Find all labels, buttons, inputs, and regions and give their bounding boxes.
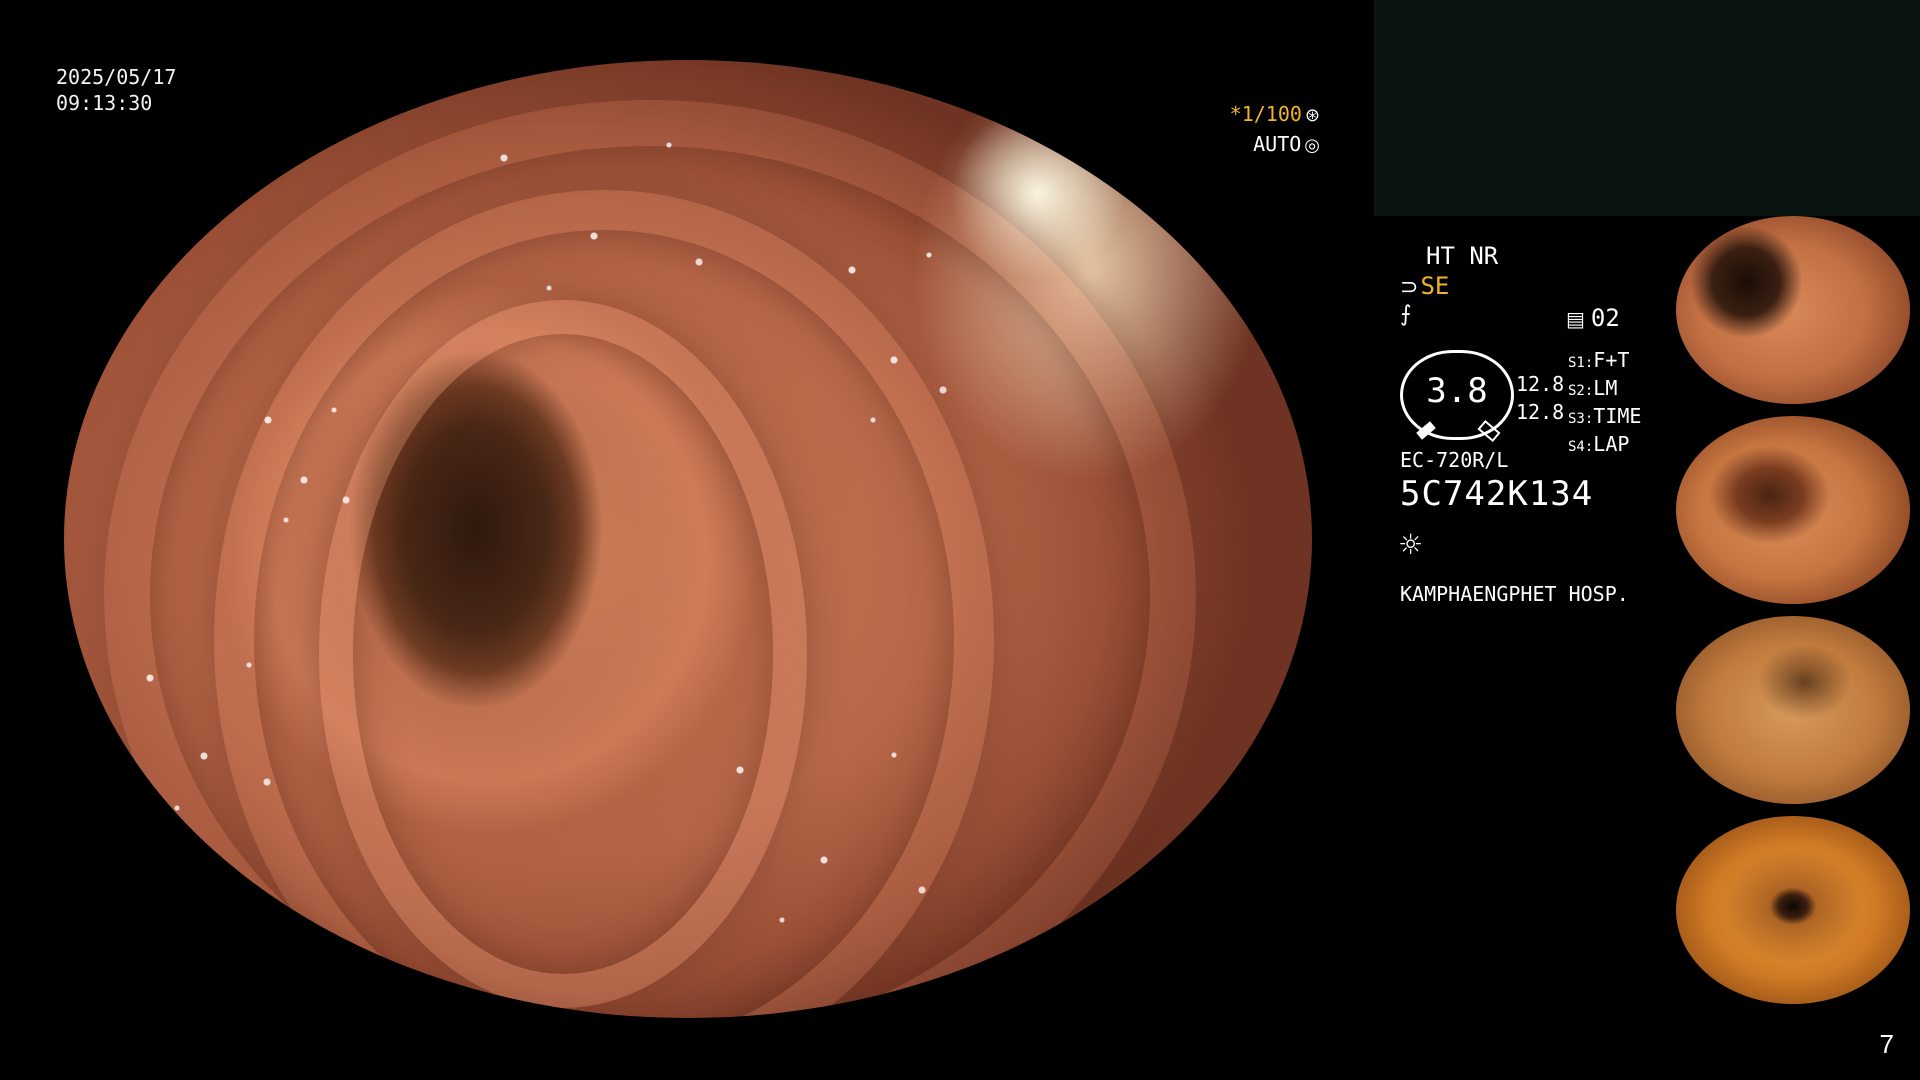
zoom-gauge: 3.8 bbox=[1400, 350, 1514, 443]
scope-model: EC-720R/L bbox=[1400, 448, 1509, 472]
switch-item: S4:LAP bbox=[1568, 432, 1630, 456]
record-row: ▤ 02 bbox=[1566, 304, 1620, 332]
mode-row: ⊃SE bbox=[1400, 272, 1449, 300]
endoscopy-main-view bbox=[64, 60, 1312, 1018]
record-icon: ▤ bbox=[1566, 307, 1585, 331]
bubble-cluster bbox=[444, 80, 744, 340]
thumbnail[interactable] bbox=[1672, 416, 1920, 604]
thumbnail-image bbox=[1676, 416, 1910, 604]
aperture-icon: ⊛ bbox=[1304, 105, 1320, 126]
thumbnail-image bbox=[1676, 616, 1910, 804]
shutter-row: *1/100 ⊛ bbox=[1230, 100, 1320, 130]
gauge-side-values: 12.8 12.8 bbox=[1516, 370, 1564, 426]
top-right-panel bbox=[1374, 0, 1920, 216]
date-text: 2025/05/17 bbox=[56, 65, 177, 89]
light-icon: ☼ bbox=[1398, 528, 1424, 561]
gauge-value: 3.8 bbox=[1426, 371, 1488, 411]
scope-serial: 5C742K134 bbox=[1400, 474, 1594, 514]
thumbnail-image bbox=[1676, 216, 1910, 404]
switch-list: S1:F+T S2:LM S3:TIME S4:LAP bbox=[1568, 348, 1641, 460]
thumbnail-image bbox=[1676, 816, 1910, 1004]
auto-row: AUTO ◎ bbox=[1230, 130, 1320, 160]
bubble-cluster bbox=[824, 180, 964, 480]
thumbnail[interactable] bbox=[1672, 616, 1920, 804]
switch-item: S2:LM bbox=[1568, 376, 1618, 400]
auto-text: AUTO bbox=[1253, 132, 1302, 156]
bubble-cluster bbox=[684, 680, 964, 980]
filter-icon: ⨍ bbox=[1400, 302, 1412, 327]
thumbnail[interactable] bbox=[1672, 216, 1920, 404]
thumbnail[interactable] bbox=[1672, 816, 1920, 1004]
scope-icon: ⊃ bbox=[1400, 275, 1419, 300]
ht-nr-label: HT NR bbox=[1426, 242, 1499, 270]
gauge-side-bottom: 12.8 bbox=[1516, 400, 1565, 424]
bubble-cluster bbox=[244, 360, 364, 560]
switch-item: S1:F+T bbox=[1568, 348, 1630, 372]
auto-iris-icon: ◎ bbox=[1304, 135, 1320, 156]
page-number: 7 bbox=[1879, 1029, 1894, 1059]
switch-item: S3:TIME bbox=[1568, 404, 1642, 428]
mode-text: SE bbox=[1420, 272, 1450, 300]
bubble-cluster bbox=[114, 600, 294, 860]
time-text: 09:13:30 bbox=[56, 91, 153, 115]
gauge-right-marker bbox=[1477, 419, 1501, 443]
date-time-overlay: 2025/05/17 09:13:30 bbox=[56, 64, 176, 116]
exposure-indicator: *1/100 ⊛ AUTO ◎ bbox=[1230, 100, 1320, 160]
shutter-text: *1/100 bbox=[1229, 102, 1302, 126]
status-panel: HT NR ⊃SE ⨍ ▤ 02 3.8 12.8 12.8 S1:F+T S2:… bbox=[1396, 240, 1676, 620]
gauge-left-marker bbox=[1416, 421, 1436, 440]
gauge-side-top: 12.8 bbox=[1516, 372, 1565, 396]
record-number: 02 bbox=[1590, 304, 1620, 332]
hospital-name: KAMPHAENGPHET HOSP. bbox=[1400, 582, 1629, 606]
